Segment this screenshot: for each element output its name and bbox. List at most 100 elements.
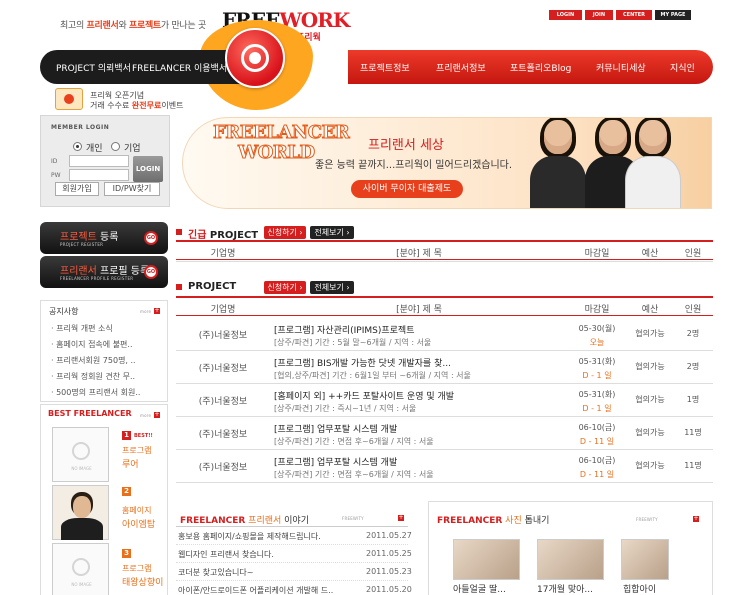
tagline-highlight: 프로젝트 [128, 21, 161, 31]
row-people: 11명 [684, 461, 702, 470]
center-link[interactable]: CENTER [616, 10, 652, 20]
table-row[interactable]: (주)너울정보 [홈페이지 외] ++카드 포탈사이트 운영 및 개발 [상주/… [176, 384, 713, 417]
freelancer-name[interactable]: 루어 [122, 457, 139, 470]
list-item[interactable]: 아이폰/안드로이드폰 어플리케이션 개발해 드.. 2011.05.20 [176, 581, 412, 595]
freework-emblem-icon[interactable] [225, 28, 285, 88]
row-company: (주)너울정보 [198, 397, 248, 407]
story-plus-icon[interactable]: + [398, 515, 404, 521]
project-view-all-button[interactable]: 전체보기 › [310, 281, 354, 294]
login-button[interactable]: LOGIN [133, 156, 163, 182]
story-title: FREELANCER 프리랜서 이야기 [180, 513, 309, 526]
nav-knowledge[interactable]: 지식인 [670, 61, 695, 74]
person-body [625, 156, 681, 208]
row-title[interactable]: [프로그램] BIS개발 가능한 닷넷 개발자를 찾... [274, 356, 564, 369]
list-item[interactable]: 홍보용 홈페이지/쇼핑몰을 제작해드립니다. 2011.05.27 [176, 527, 412, 545]
personal-radio[interactable] [73, 142, 82, 151]
list-item[interactable]: 코더분 찾고있습니다~ 2011.05.23 [176, 563, 412, 581]
photo-face [73, 496, 91, 518]
story-more-link[interactable]: FREEWITY [342, 516, 364, 521]
row-dday: 오늘 [589, 338, 605, 347]
notice-item[interactable]: · 500명의 프리랜서 회원.. [51, 387, 161, 398]
id-input[interactable] [69, 155, 129, 167]
freelancer-photo[interactable]: NO IMAGE [52, 427, 109, 482]
row-deadline: 05-31(화) [578, 357, 616, 366]
profile-register-button[interactable]: 프리랜서 프로필 등록 FREELANCER PROFILE REGISTER … [40, 256, 168, 288]
gift-icon [55, 88, 83, 110]
row-budget: 협의가능 [635, 329, 665, 338]
freelancer-name[interactable]: 태왕상향이 [122, 575, 163, 588]
banner-title-2: WORLD [238, 142, 316, 164]
company-radio[interactable] [111, 142, 120, 151]
nav-freelancer-guide[interactable]: FREELANCER 이용백서 [132, 61, 227, 74]
join-link[interactable]: JOIN [585, 10, 613, 20]
nav-freelancer-info[interactable]: 프리랜서정보 [436, 61, 486, 74]
photo-body [61, 518, 103, 540]
nav-community[interactable]: 커뮤니티세상 [596, 61, 646, 74]
join-button[interactable]: 회원가입 [55, 182, 99, 196]
col-company: 기업명 [210, 305, 236, 315]
row-title[interactable]: [홈페이지 외] ++카드 포탈사이트 운영 및 개발 [274, 389, 564, 402]
table-row[interactable]: (주)너울정보 [프로그램] BIS개발 가능한 닷넷 개발자를 찾... [협… [176, 351, 713, 384]
notice-item[interactable]: · 프리웍 개편 소식 [51, 323, 161, 334]
freelancer-photo-box: FREELANCER 사진 톱내기 FREEWITY + 아들얼굴 딸... 1… [428, 501, 713, 595]
person-face [544, 120, 572, 154]
find-id-pw-button[interactable]: ID/PW찾기 [104, 182, 160, 196]
row-subtitle: [상주/파견] 기간 : 5월 말~6개월 / 지역 : 서울 [274, 338, 432, 347]
table-row[interactable]: (주)너울정보 [프로그램] 업무포탈 시스템 개발 [상주/파견] 기간 : … [176, 450, 713, 483]
notice-item[interactable]: · 홈페이지 접속에 불편.. [51, 339, 161, 350]
notice-item[interactable]: · 프리랜서회원 750명, .. [51, 355, 161, 366]
main-banner[interactable]: FREELANCER WORLD 프리랜서 세상 좋은 능력 끝까지...프리웍… [182, 117, 712, 209]
urgent-table-divider [176, 261, 713, 262]
story-item-date: 2011.05.23 [366, 567, 412, 576]
freelancer-name[interactable]: 아이엠탑 [122, 517, 155, 530]
urgent-view-all-button[interactable]: 전체보기 › [310, 226, 354, 239]
tagline-text: 가 만나는 곳 [160, 21, 206, 31]
best-more-link[interactable]: more [140, 413, 151, 418]
photo-thumbnail[interactable] [453, 539, 520, 580]
photos-plus-icon[interactable]: + [693, 516, 699, 522]
mypage-link[interactable]: MY PAGE [655, 10, 691, 20]
event-line2: 거래 수수료 완전무료이벤트 [90, 100, 183, 111]
go-icon: GO [144, 231, 158, 245]
photos-more-link[interactable]: FREEWITY [636, 517, 658, 522]
nav-portfolio-blog[interactable]: 포트폴리오Blog [510, 61, 571, 74]
photo-caption[interactable]: 힙합아이 [623, 582, 656, 595]
nav-project-guide[interactable]: PROJECT 의뢰백서 [56, 61, 131, 74]
project-apply-button[interactable]: 신청하기 › [264, 281, 306, 294]
password-input[interactable] [69, 169, 129, 181]
section-marker [176, 229, 182, 235]
story-title-c: 이야기 [281, 516, 309, 526]
row-title[interactable]: [프로그램] 업무포탈 시스템 개발 [274, 455, 564, 468]
list-item[interactable]: 웹디자인 프리랜서 찾습니다. 2011.05.25 [176, 545, 412, 563]
table-row[interactable]: (주)너울정보 [프로그램] 업무포탈 시스템 개발 [상주/파견] 기간 : … [176, 417, 713, 450]
nav-project-info[interactable]: 프로젝트정보 [360, 61, 410, 74]
loan-button[interactable]: 사이버 무이자 대출제도 [351, 180, 463, 198]
photo-caption[interactable]: 아들얼굴 딸... [453, 582, 506, 595]
photo-thumbnail[interactable] [537, 539, 604, 580]
freelancer-photo[interactable]: NO IMAGE [52, 543, 109, 595]
photo-thumbnail[interactable] [621, 539, 669, 580]
freelancer-photo[interactable] [52, 485, 109, 540]
nav-left-group: PROJECT 의뢰백서 FREELANCER 이용백서 [40, 50, 245, 84]
notice-item-text: 500명의 프리랜서 회원.. [56, 388, 141, 397]
notice-item[interactable]: · 프리웍 정회원 견찬 무.. [51, 371, 161, 382]
register-sublabel: PROJECT REGISTER [60, 242, 104, 247]
row-company: (주)너울정보 [198, 430, 248, 440]
notice-more-link[interactable]: more [140, 309, 151, 314]
table-row[interactable]: (주)너울정보 [프로그램] 자산관리(IPIMS)프로젝트 [상주/파견] 기… [176, 318, 713, 351]
id-label: ID [51, 158, 58, 165]
story-item-text: 코더분 찾고있습니다~ [178, 568, 254, 577]
row-title[interactable]: [프로그램] 업무포탈 시스템 개발 [274, 422, 564, 435]
pw-label: PW [51, 172, 61, 179]
best-badge: BEST!! [134, 433, 153, 439]
notice-plus-icon[interactable]: + [154, 308, 160, 314]
project-register-button[interactable]: 프로젝트 등록 PROJECT REGISTER GO [40, 222, 168, 254]
urgent-apply-button[interactable]: 신청하기 › [264, 226, 306, 239]
best-plus-icon[interactable]: + [154, 412, 160, 418]
photo-caption[interactable]: 17개월 맞아... [537, 582, 593, 595]
event-text: 이벤트 [161, 101, 184, 110]
login-link[interactable]: LOGIN [549, 10, 582, 20]
row-title[interactable]: [프로그램] 자산관리(IPIMS)프로젝트 [274, 323, 564, 336]
story-item-text: 웹디자인 프리랜서 찾습니다. [178, 550, 274, 559]
col-people: 인원 [684, 249, 702, 259]
